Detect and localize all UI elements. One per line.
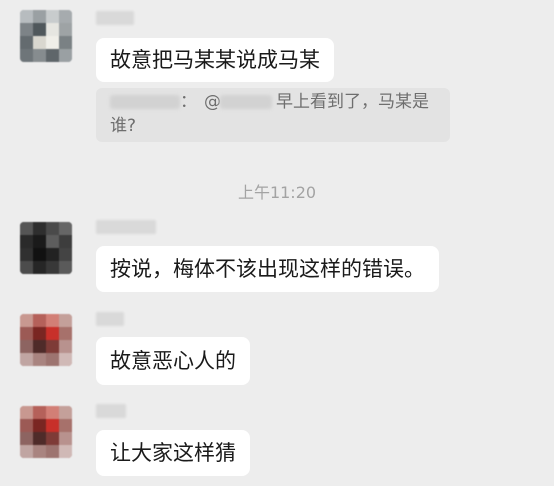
sender-name bbox=[96, 11, 134, 25]
message-text: 故意把马某某说成马某 bbox=[110, 47, 320, 72]
message-bubble[interactable]: 故意把马某某说成马某 bbox=[96, 38, 334, 82]
sender-name bbox=[96, 404, 126, 418]
avatar[interactable] bbox=[20, 406, 72, 458]
message-text: 按说，梅体不该出现这样的错误。 bbox=[110, 256, 425, 281]
message-bubble[interactable]: 按说，梅体不该出现这样的错误。 bbox=[96, 246, 439, 292]
message-text: 故意恶心人的 bbox=[110, 348, 236, 373]
message-bubble[interactable]: 故意恶心人的 bbox=[96, 337, 250, 385]
message-text: 让大家这样猜 bbox=[110, 440, 236, 465]
quote-separator: ： bbox=[180, 92, 197, 112]
sender-name bbox=[96, 220, 156, 234]
mention-at: @ bbox=[204, 92, 221, 112]
quoted-text-line1: 早上看到了，马某是 bbox=[276, 92, 429, 112]
quoted-message[interactable]: ： @ 早上看到了，马某是 谁? bbox=[96, 88, 450, 142]
message-bubble[interactable]: 让大家这样猜 bbox=[96, 430, 250, 476]
timestamp: 上午11:20 bbox=[237, 183, 317, 202]
avatar[interactable] bbox=[20, 222, 72, 274]
quoted-text-line2: 谁? bbox=[110, 116, 137, 136]
sender-name bbox=[96, 312, 124, 326]
avatar[interactable] bbox=[20, 10, 72, 62]
quoted-sender-name bbox=[110, 95, 180, 109]
chat-window: 故意把马某某说成马某 ： @ 早上看到了，马某是 谁? 上午11:20 按说，梅… bbox=[0, 0, 554, 486]
mention-name bbox=[220, 95, 272, 109]
avatar[interactable] bbox=[20, 314, 72, 366]
